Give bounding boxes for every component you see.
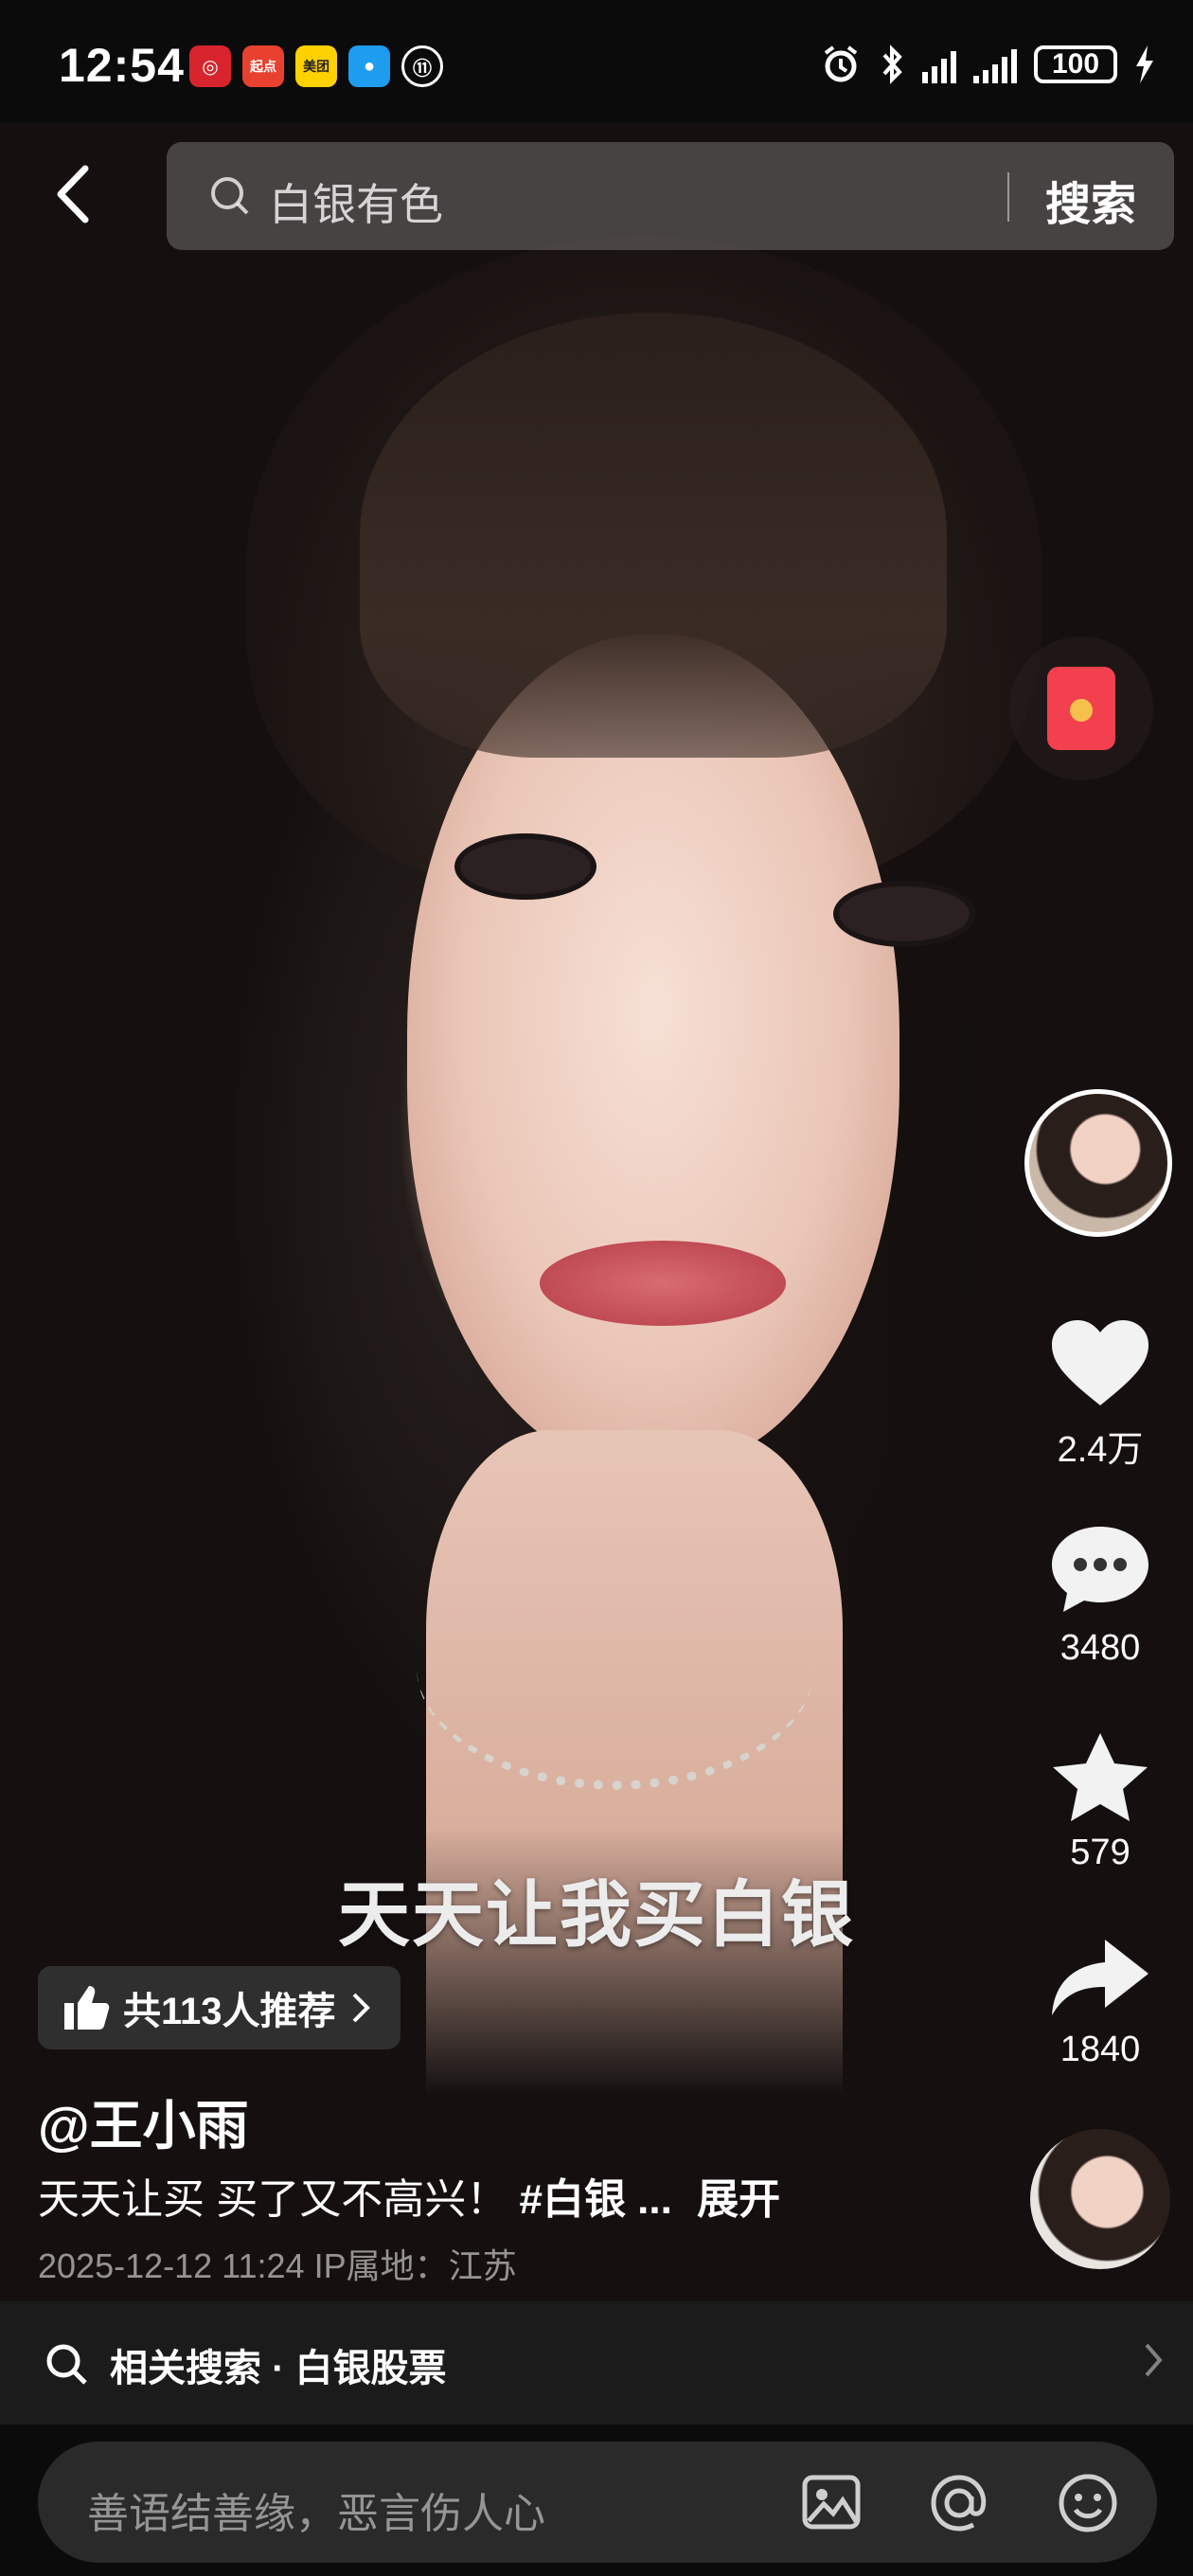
search-button[interactable]: 搜索 xyxy=(1045,167,1136,233)
status-bar: 12:54 ◎ 起点 美团 ● ⑪ 100 xyxy=(0,0,1193,123)
alarm-icon xyxy=(824,45,858,82)
search-input[interactable]: 白银有色 xyxy=(269,170,443,233)
comment-button[interactable]: 3480 xyxy=(1034,1521,1166,1669)
hashtag-link[interactable]: #白银 ... xyxy=(519,2176,671,2223)
share-count: 1840 xyxy=(1059,2030,1141,2069)
like-button[interactable]: 2.4万 xyxy=(1034,1316,1166,1472)
recommend-chip[interactable]: 共113人推荐 xyxy=(38,1966,401,2049)
search-icon xyxy=(46,2344,87,2385)
chevron-right-icon xyxy=(352,1993,370,2023)
signal-strength-icon xyxy=(922,45,956,83)
back-arrow-icon[interactable] xyxy=(47,161,104,227)
video-frame[interactable] xyxy=(0,123,1193,2424)
battery-indicator: 100 xyxy=(1034,45,1117,83)
account-app-icon: ⑪ xyxy=(401,45,443,87)
like-count: 2.4万 xyxy=(1057,1430,1144,1470)
mention-icon[interactable] xyxy=(926,2470,992,2536)
comment-input[interactable]: 善语结善缘，恶言伤人心 xyxy=(38,2442,1157,2563)
qidian-app-icon: 起点 xyxy=(242,45,284,87)
favorite-button[interactable]: 579 xyxy=(1034,1729,1166,1873)
comment-placeholder: 善语结善缘，恶言伤人心 xyxy=(87,2491,545,2537)
comment-bubble-icon xyxy=(1052,1527,1148,1612)
status-time: 12:54 xyxy=(59,39,185,92)
red-packet-icon xyxy=(1047,667,1115,750)
video-face xyxy=(407,635,899,1468)
comment-count: 3480 xyxy=(1059,1628,1141,1668)
video-description: 天天让买 买了又不高兴！ #白银 ... 展开 xyxy=(38,2165,780,2226)
search-divider xyxy=(1007,172,1009,222)
post-meta: 2025-12-12 11:24 IP属地：江苏 xyxy=(38,2246,517,2285)
signal-strength-2-icon xyxy=(973,45,1017,83)
bank-app-icon: ◎ xyxy=(189,45,231,87)
author-username[interactable]: @王小雨 xyxy=(38,2084,249,2160)
star-icon xyxy=(1053,1733,1148,1821)
recommend-text: 共113人推荐 xyxy=(123,1991,336,2032)
expand-button[interactable]: 展开 xyxy=(697,2176,780,2223)
music-disc-avatar[interactable] xyxy=(1030,2129,1170,2269)
message-app-icon: ● xyxy=(348,45,390,87)
bluetooth-icon xyxy=(882,45,902,84)
related-search-label: 相关搜索 · 白银股票 xyxy=(110,2348,447,2389)
emoji-icon[interactable] xyxy=(1055,2470,1121,2536)
author-avatar[interactable] xyxy=(1024,1089,1172,1237)
video-fringe xyxy=(360,313,947,758)
chevron-right-icon xyxy=(1145,2343,1163,2377)
thumbs-up-icon xyxy=(64,1986,110,2030)
search-bar[interactable]: 白银有色 搜索 xyxy=(167,142,1174,250)
video-eye-right xyxy=(833,881,975,947)
video-subtitle: 天天让我买白银 xyxy=(338,1875,855,1956)
video-eye-left xyxy=(454,833,596,900)
related-search-bar[interactable]: 相关搜索 · 白银股票 xyxy=(0,2301,1193,2424)
video-necklace xyxy=(417,1544,814,1790)
search-icon xyxy=(211,177,249,215)
image-icon[interactable] xyxy=(799,2470,864,2534)
bottom-bar: 善语结善缘，恶言伤人心 xyxy=(0,2424,1193,2576)
heart-icon xyxy=(1052,1320,1148,1405)
charging-icon xyxy=(1136,45,1153,83)
video-lips xyxy=(540,1241,786,1326)
red-packet-button[interactable] xyxy=(1009,636,1153,780)
meituan-app-icon: 美团 xyxy=(295,45,337,87)
description-text: 天天让买 买了又不高兴！ xyxy=(38,2176,508,2223)
